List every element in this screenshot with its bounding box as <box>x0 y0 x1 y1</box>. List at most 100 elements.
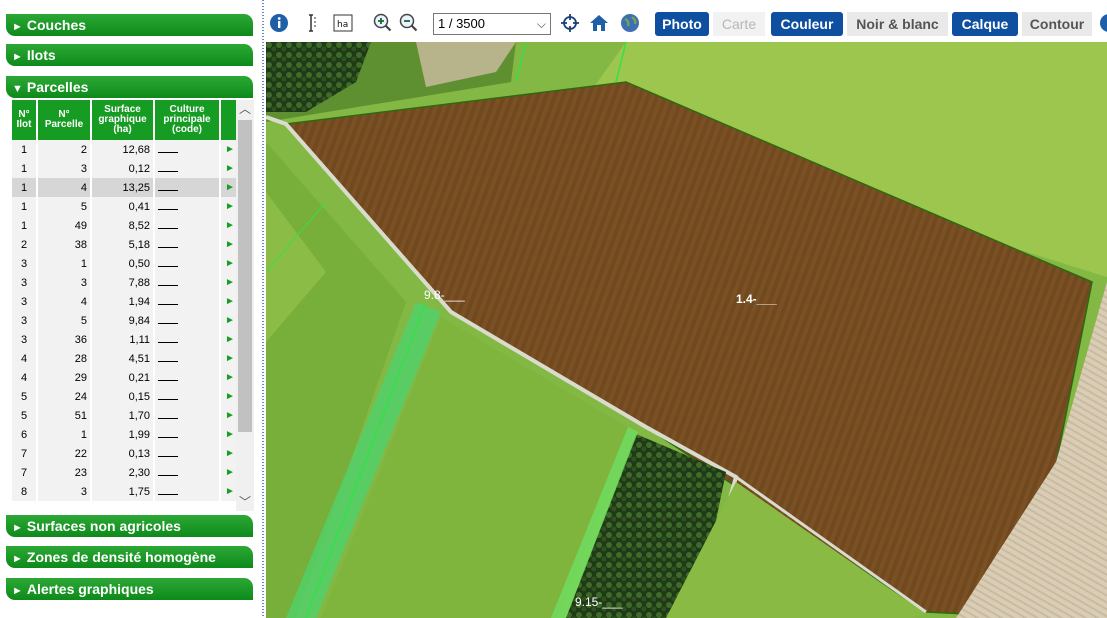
table-row[interactable]: 3 1 0,50 ► <box>12 254 239 273</box>
culture-code-blank <box>158 352 178 362</box>
culture-code-blank <box>158 409 178 419</box>
table-row[interactable]: 4 28 4,51 ► <box>12 349 239 368</box>
couleur-toggle-button[interactable]: Couleur <box>771 12 843 36</box>
globe-icon[interactable] <box>619 12 641 34</box>
cell-culture[interactable] <box>155 387 219 406</box>
accordion-surfaces-non-agricoles[interactable]: ► Surfaces non agricoles <box>6 515 253 537</box>
contour-toggle-button[interactable]: Contour <box>1022 12 1092 36</box>
table-row[interactable]: 1 49 8,52 ► <box>12 216 239 235</box>
culture-code-blank <box>158 428 178 438</box>
noir-blanc-toggle-button[interactable]: Noir & blanc <box>847 12 948 36</box>
cell-culture[interactable] <box>155 349 219 368</box>
table-row[interactable]: 7 22 0,13 ► <box>12 444 239 463</box>
cell-surface: 1,75 <box>92 482 153 501</box>
scroll-thumb[interactable] <box>238 120 252 432</box>
table-row[interactable]: 1 5 0,41 ► <box>12 197 239 216</box>
cell-surface: 0,15 <box>92 387 153 406</box>
table-row[interactable]: 3 3 7,88 ► <box>12 273 239 292</box>
cell-ilot: 7 <box>12 463 36 482</box>
cell-culture[interactable] <box>155 216 219 235</box>
header-ilot[interactable]: N° Ilot <box>12 100 36 140</box>
cell-culture[interactable] <box>155 368 219 387</box>
cell-parcelle: 49 <box>38 216 90 235</box>
map-view[interactable]: 1.4-___ 9.8-___ 9.15-___ <box>266 42 1107 618</box>
culture-code-blank <box>158 333 178 343</box>
accordion-zones-densite[interactable]: ► Zones de densité homogène <box>6 546 253 568</box>
header-culture[interactable]: Culture principale (code) <box>155 100 219 140</box>
cell-culture[interactable] <box>155 311 219 330</box>
accordion-couches[interactable]: ► Couches <box>6 14 253 36</box>
cell-parcelle: 5 <box>38 197 90 216</box>
culture-code-blank <box>158 162 178 172</box>
culture-code-blank <box>158 466 178 476</box>
parcelles-table: N° Ilot N° Parcelle Surface graphique (h… <box>10 100 241 501</box>
header-parcelle[interactable]: N° Parcelle <box>38 100 90 140</box>
parcel-label: 1.4-___ <box>736 292 777 306</box>
zoom-in-icon[interactable] <box>372 12 394 34</box>
area-ha-icon[interactable]: ha <box>332 12 354 34</box>
aerial-map[interactable] <box>266 42 1107 618</box>
table-row[interactable]: 3 4 1,94 ► <box>12 292 239 311</box>
scroll-up-icon[interactable]: ︿ <box>236 100 254 118</box>
table-row[interactable]: 3 36 1,11 ► <box>12 330 239 349</box>
accordion-alertes-graphiques[interactable]: ► Alertes graphiques <box>6 578 253 600</box>
scale-value: 1 / 3500 <box>438 16 485 31</box>
table-scrollbar[interactable]: ︿ ﹀ <box>236 100 254 511</box>
cell-culture[interactable] <box>155 254 219 273</box>
crosshair-icon[interactable] <box>559 12 581 34</box>
table-row[interactable]: 2 38 5,18 ► <box>12 235 239 254</box>
carte-toggle-button[interactable]: Carte <box>713 12 765 36</box>
collapse-arrow-icon: ▼ <box>12 83 23 95</box>
cell-surface: 12,68 <box>92 140 153 159</box>
cell-culture[interactable] <box>155 292 219 311</box>
table-row[interactable]: 1 2 12,68 ► <box>12 140 239 159</box>
cell-culture[interactable] <box>155 159 219 178</box>
cell-surface: 13,25 <box>92 178 153 197</box>
culture-code-blank <box>158 371 178 381</box>
cell-ilot: 3 <box>12 254 36 273</box>
cell-culture[interactable] <box>155 178 219 197</box>
scroll-down-icon[interactable]: ﹀ <box>236 493 254 511</box>
cell-ilot: 6 <box>12 425 36 444</box>
scale-select[interactable]: 1 / 3500 ⌵ <box>433 13 551 35</box>
expand-arrow-icon: ► <box>12 585 23 597</box>
table-row[interactable]: 3 5 9,84 ► <box>12 311 239 330</box>
photo-toggle-button[interactable]: Photo <box>655 12 709 36</box>
accordion-parcelles[interactable]: ▼ Parcelles <box>6 76 253 98</box>
table-row[interactable]: 6 1 1,99 ► <box>12 425 239 444</box>
cell-culture[interactable] <box>155 235 219 254</box>
table-row[interactable]: 1 4 13,25 ► <box>12 178 239 197</box>
map-toolbar: ha 1 / 3500 ⌵ Photo Carte Couleur Noir &… <box>266 6 1107 42</box>
zoom-out-icon[interactable] <box>398 12 420 34</box>
cell-parcelle: 22 <box>38 444 90 463</box>
table-row[interactable]: 4 29 0,21 ► <box>12 368 239 387</box>
measure-icon[interactable] <box>302 12 324 34</box>
chevron-down-icon: ⌵ <box>536 17 546 31</box>
calque-toggle-button[interactable]: Calque <box>952 12 1018 36</box>
table-row[interactable]: 5 51 1,70 ► <box>12 406 239 425</box>
cell-culture[interactable] <box>155 140 219 159</box>
header-surface[interactable]: Surface graphique (ha) <box>92 100 153 140</box>
table-row[interactable]: 1 3 0,12 ► <box>12 159 239 178</box>
cell-culture[interactable] <box>155 406 219 425</box>
cell-culture[interactable] <box>155 463 219 482</box>
cell-culture[interactable] <box>155 425 219 444</box>
panel-divider[interactable] <box>262 0 264 618</box>
cell-surface: 2,30 <box>92 463 153 482</box>
cell-culture[interactable] <box>155 330 219 349</box>
culture-code-blank <box>158 276 178 286</box>
cell-parcelle: 3 <box>38 273 90 292</box>
home-icon[interactable] <box>588 12 610 34</box>
table-row[interactable]: 5 24 0,15 ► <box>12 387 239 406</box>
cell-culture[interactable] <box>155 482 219 501</box>
accordion-ilots[interactable]: ► Ilots <box>6 44 253 66</box>
cell-culture[interactable] <box>155 444 219 463</box>
cell-ilot: 5 <box>12 406 36 425</box>
cell-surface: 4,51 <box>92 349 153 368</box>
table-row[interactable]: 8 3 1,75 ► <box>12 482 239 501</box>
cell-culture[interactable] <box>155 273 219 292</box>
cell-culture[interactable] <box>155 197 219 216</box>
more-icon[interactable] <box>1098 12 1107 34</box>
info-icon[interactable] <box>268 12 290 34</box>
table-row[interactable]: 7 23 2,30 ► <box>12 463 239 482</box>
